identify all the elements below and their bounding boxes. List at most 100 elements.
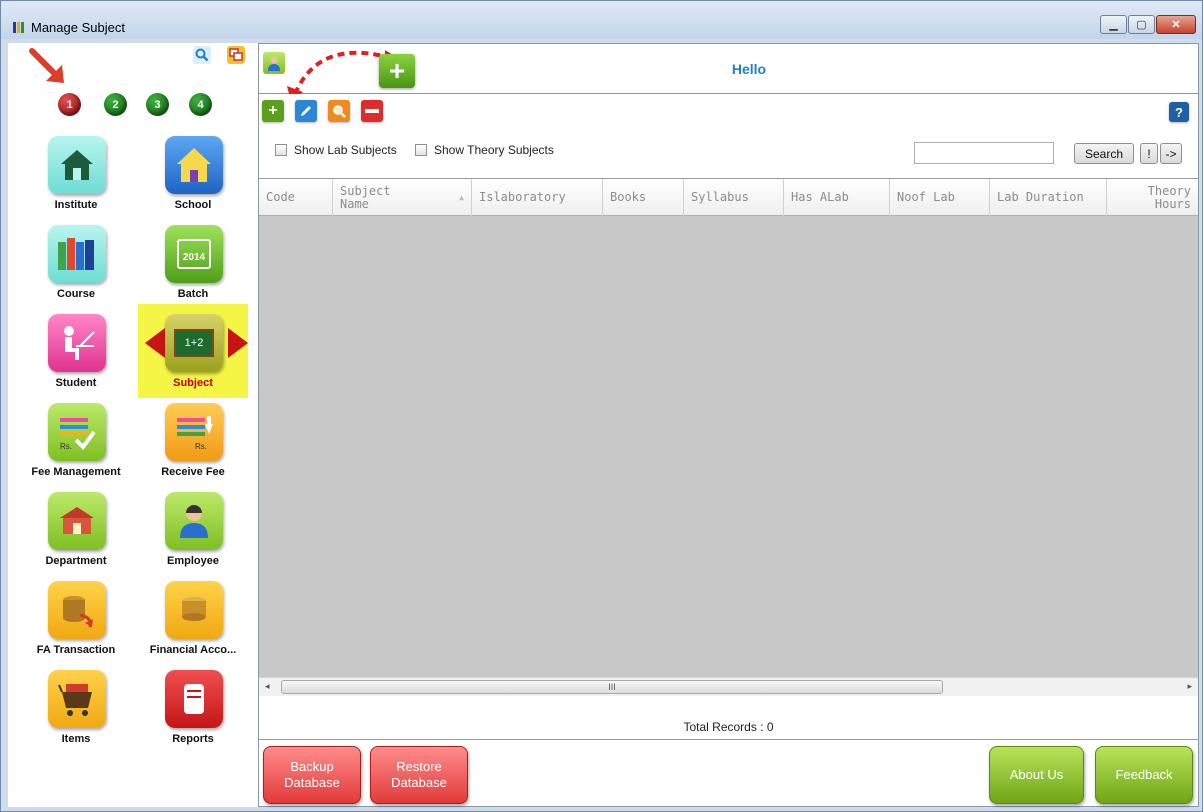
show-lab-subjects-checkbox[interactable]: Show Lab Subjects [275, 143, 397, 157]
help-button[interactable]: ? [1169, 102, 1189, 122]
column-header-books[interactable]: Books [603, 179, 684, 216]
column-header-syllabus[interactable]: Syllabus [684, 179, 784, 216]
sidebar-item-label: Items [61, 733, 91, 745]
main-panel: + Hello + ? Show Lab Subjects Show Theor… [258, 43, 1199, 807]
column-header-subject-name[interactable]: Subject Name ▲ [333, 179, 472, 216]
sidebar-item-label: Course [57, 288, 95, 300]
column-header-lab-duration[interactable]: Lab Duration [990, 179, 1107, 216]
sidebar-item-label: FA Transaction [36, 644, 116, 656]
sidebar-search-button[interactable] [193, 46, 211, 64]
show-theory-subjects-checkbox[interactable]: Show Theory Subjects [415, 143, 554, 157]
calendar-year-text: 2014 [177, 239, 211, 269]
sidebar-item-label: Financial Acco... [149, 644, 237, 656]
scroll-thumb[interactable]: III [281, 680, 943, 694]
chalkboard-text: 1+2 [174, 329, 214, 357]
add-button[interactable]: + [262, 100, 284, 122]
close-button[interactable]: ✕ [1156, 15, 1196, 34]
grid-header: Code Subject Name ▲ Islaboratory Books S… [259, 179, 1198, 216]
greeting-text: Hello [731, 61, 767, 77]
pointer-arrow-icon [29, 48, 64, 83]
checkbox-label: Show Lab Subjects [294, 143, 397, 157]
sidebar-item-label: Subject [173, 377, 213, 389]
sidebar-item-fee-management[interactable]: Rs. Fee Management [21, 399, 131, 487]
about-us-button[interactable]: About Us [989, 746, 1084, 804]
sidebar-item-financial-account[interactable]: Financial Acco... [138, 577, 248, 665]
sidebar-item-label: Receive Fee [161, 466, 225, 478]
restore-database-button[interactable]: Restore Database [370, 746, 468, 804]
selection-left-arrow-icon [145, 328, 165, 358]
total-records-text: Total Records : 0 [683, 720, 774, 734]
maximize-icon: ▢ [1136, 19, 1147, 31]
sidebar-item-school[interactable]: School [138, 132, 248, 220]
horizontal-scrollbar[interactable]: ◂ III ▸ [259, 677, 1198, 696]
calendar-icon: 2014 [165, 225, 223, 283]
search-input[interactable] [914, 142, 1054, 164]
svg-text:Rs.: Rs. [60, 442, 72, 451]
next-button[interactable]: -> [1160, 143, 1182, 164]
column-header-noof-lab[interactable]: Noof Lab [890, 179, 990, 216]
step-1-button[interactable]: 1 [58, 93, 81, 116]
search-icon [195, 48, 209, 62]
window-controls: ▁ ▢ ✕ [1100, 15, 1196, 34]
column-header-islaboratory[interactable]: Islaboratory [472, 179, 603, 216]
toolbar: + ? Show Lab Subjects Show Theory Subjec… [259, 94, 1198, 179]
subjects-grid[interactable]: Code Subject Name ▲ Islaboratory Books S… [259, 178, 1198, 696]
minimize-icon: ▁ [1109, 19, 1118, 31]
step-3-button[interactable]: 3 [146, 93, 169, 116]
student-desk-icon [48, 314, 106, 372]
checkbox-box [415, 144, 427, 156]
sidebar-item-label: Department [45, 555, 107, 567]
sidebar-item-course[interactable]: Course [21, 221, 131, 309]
department-building-icon [48, 492, 106, 550]
fee-list-check-icon: Rs. [48, 403, 106, 461]
scroll-left-icon[interactable]: ◂ [265, 681, 270, 692]
sidebar-item-label: Employee [167, 555, 219, 567]
maximize-button[interactable]: ▢ [1128, 15, 1155, 34]
manage-subject-window: Manage Subject ▁ ▢ ✕ 1 2 3 4 Institute S… [0, 0, 1203, 812]
selection-right-arrow-icon [228, 328, 248, 358]
app-icon [13, 22, 26, 33]
sidebar-item-student[interactable]: Student [21, 310, 131, 398]
edit-pencil-icon [301, 106, 311, 116]
minimize-button[interactable]: ▁ [1100, 15, 1127, 34]
column-header-label: Subject Name [340, 183, 391, 211]
svg-text:Rs.: Rs. [195, 442, 207, 451]
delete-button[interactable] [361, 100, 383, 122]
shopping-cart-icon [48, 670, 106, 728]
checkbox-box [275, 144, 287, 156]
column-header-has-alab[interactable]: Has ALab [784, 179, 890, 216]
feedback-button[interactable]: Feedback [1095, 746, 1193, 804]
search-magnifier-icon [333, 105, 346, 118]
find-button[interactable] [328, 100, 350, 122]
sidebar-item-label: Reports [172, 733, 214, 745]
header-bar: + Hello [259, 44, 1198, 102]
step-4-button[interactable]: 4 [189, 93, 212, 116]
sidebar-item-receive-fee[interactable]: Rs. Receive Fee [138, 399, 248, 487]
books-icon [48, 225, 106, 283]
sidebar: 1 2 3 4 Institute School Course 2014 Bat… [8, 43, 258, 807]
window-title: Manage Subject [31, 20, 125, 35]
column-header-theory-hours[interactable]: Theory Hours [1107, 179, 1198, 216]
bang-button[interactable]: ! [1140, 143, 1158, 164]
sidebar-item-label: School [174, 199, 212, 211]
column-header-code[interactable]: Code [259, 179, 333, 216]
sidebar-windows-button[interactable] [227, 46, 245, 64]
help-icon: ? [1175, 104, 1183, 120]
sidebar-item-fa-transaction[interactable]: FA Transaction [21, 577, 131, 665]
backup-database-button[interactable]: Backup Database [263, 746, 361, 804]
coins-icon [165, 581, 223, 639]
sidebar-item-items[interactable]: Items [21, 666, 131, 754]
edit-button[interactable] [295, 100, 317, 122]
scroll-right-icon[interactable]: ▸ [1187, 681, 1192, 692]
sidebar-item-reports[interactable]: Reports [138, 666, 248, 754]
sidebar-item-department[interactable]: Department [21, 488, 131, 576]
sidebar-item-subject[interactable]: 1+2 Subject [138, 304, 248, 398]
sidebar-item-institute[interactable]: Institute [21, 132, 131, 220]
footer-bar: Backup Database Restore Database About U… [259, 739, 1198, 806]
search-button[interactable]: Search [1074, 143, 1134, 164]
sidebar-item-employee[interactable]: Employee [138, 488, 248, 576]
scroll-report-icon [165, 670, 223, 728]
step-2-button[interactable]: 2 [104, 93, 127, 116]
coins-transaction-icon [48, 581, 106, 639]
sidebar-item-batch[interactable]: 2014 Batch [138, 221, 248, 309]
